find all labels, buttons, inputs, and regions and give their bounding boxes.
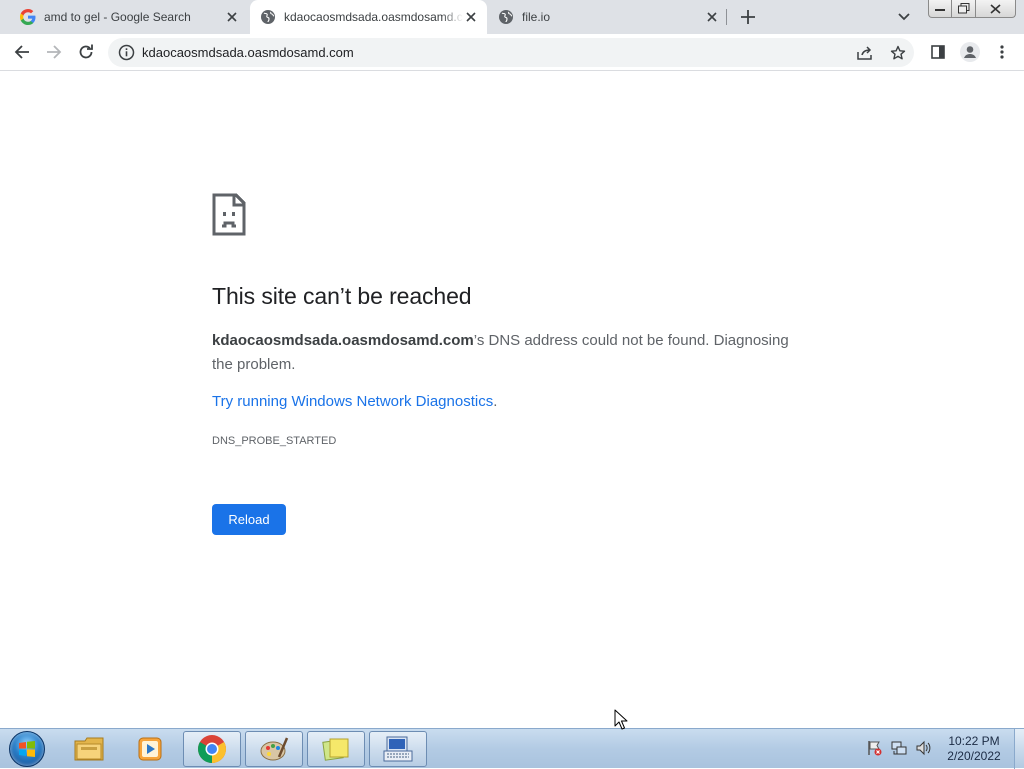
reload-button[interactable]: Reload xyxy=(212,504,286,535)
bookmark-button[interactable] xyxy=(889,44,907,62)
volume-icon[interactable] xyxy=(915,740,931,756)
tab-current-site[interactable]: kdaocaosmdsada.oasmdosamd.com xyxy=(250,0,487,34)
tab-title: amd to gel - Google Search xyxy=(44,10,191,24)
refresh-icon xyxy=(79,44,93,59)
windows-taskbar: 10:22 PM 2/20/2022 xyxy=(0,728,1024,769)
browser-toolbar: kdaocaosmdsada.oasmdosamd.com xyxy=(0,34,1024,71)
error-suggestion: Try running Windows Network Diagnostics. xyxy=(212,393,497,410)
profile-button[interactable] xyxy=(958,40,982,64)
new-tab-button[interactable] xyxy=(736,5,760,29)
tab-title: kdaocaosmdsada.oasmdosamd.com xyxy=(284,10,463,24)
tab-search-button[interactable] xyxy=(895,8,913,26)
error-title: This site can’t be reached xyxy=(212,283,472,309)
restore-icon xyxy=(957,3,969,14)
show-desktop-button[interactable] xyxy=(1014,729,1024,769)
address-bar[interactable]: kdaocaosmdsada.oasmdosamd.com xyxy=(108,38,914,67)
reload-toolbar-button[interactable] xyxy=(74,40,98,64)
taskbar-onscreen-keyboard[interactable] xyxy=(369,731,427,767)
arrow-right-icon xyxy=(47,45,62,59)
plus-icon xyxy=(741,10,755,24)
arrow-left-icon xyxy=(14,45,29,59)
star-icon xyxy=(890,45,906,60)
network-diagnostics-link[interactable]: Try running Windows Network Diagnostics xyxy=(212,393,493,410)
sad-page-icon xyxy=(212,193,246,236)
tab-title: file.io xyxy=(522,10,551,24)
taskbar-media-player[interactable] xyxy=(121,731,179,767)
share-icon xyxy=(857,46,872,60)
tab-strip: amd to gel - Google Search kdaocaosmdsad… xyxy=(0,0,1024,34)
minimize-icon xyxy=(935,8,945,11)
windows-explorer-icon xyxy=(74,737,104,761)
side-panel-button[interactable] xyxy=(926,40,950,64)
globe-icon xyxy=(498,9,514,25)
tab-google-search[interactable]: amd to gel - Google Search xyxy=(0,0,248,34)
taskbar-chrome[interactable] xyxy=(183,731,241,767)
network-icon[interactable] xyxy=(891,740,907,756)
sticky-notes-icon xyxy=(322,738,349,761)
url-text: kdaocaosmdsada.oasmdosamd.com xyxy=(142,45,354,60)
share-button[interactable] xyxy=(856,44,874,62)
mouse-cursor-icon xyxy=(614,709,628,730)
taskbar-clock[interactable]: 10:22 PM 2/20/2022 xyxy=(935,734,1013,764)
chevron-down-icon xyxy=(898,13,910,21)
clock-time: 10:22 PM xyxy=(948,734,1000,748)
forward-button[interactable] xyxy=(42,40,66,64)
suggestion-period: . xyxy=(493,393,498,410)
close-tab-icon[interactable] xyxy=(224,9,240,25)
info-icon xyxy=(118,44,135,61)
onscreen-keyboard-icon xyxy=(383,736,413,762)
tab-divider xyxy=(726,9,727,25)
globe-icon xyxy=(260,9,276,25)
more-vertical-icon xyxy=(1000,45,1004,59)
back-button[interactable] xyxy=(10,40,34,64)
error-code: DNS_PROBE_STARTED xyxy=(212,435,337,447)
google-g-icon xyxy=(20,9,36,25)
avatar-icon xyxy=(960,42,980,62)
action-center-flag-icon[interactable] xyxy=(866,740,882,756)
error-message: kdaocaosmdsada.oasmdosamd.com’s DNS addr… xyxy=(212,329,812,377)
menu-button[interactable] xyxy=(990,40,1014,64)
tab-file-io[interactable]: file.io xyxy=(488,0,728,34)
window-caption-buttons xyxy=(928,0,1016,18)
chrome-icon xyxy=(198,735,226,763)
close-icon xyxy=(990,3,1001,14)
close-tab-icon[interactable] xyxy=(463,9,479,25)
close-window-button[interactable] xyxy=(976,0,1016,18)
error-host: kdaocaosmdsada.oasmdosamd.com xyxy=(212,332,474,349)
side-panel-icon xyxy=(931,45,945,59)
close-tab-icon[interactable] xyxy=(704,9,720,25)
paint-icon xyxy=(260,737,289,761)
clock-date: 2/20/2022 xyxy=(947,749,1001,763)
taskbar-paint[interactable] xyxy=(245,731,303,767)
restore-button[interactable] xyxy=(952,0,976,18)
media-player-icon xyxy=(138,737,162,761)
minimize-button[interactable] xyxy=(928,0,952,18)
taskbar-explorer[interactable] xyxy=(60,731,118,767)
start-button[interactable] xyxy=(4,730,50,768)
taskbar-sticky-notes[interactable] xyxy=(307,731,365,767)
windows-logo-icon xyxy=(9,731,45,767)
page-content: This site can’t be reached kdaocaosmdsad… xyxy=(0,72,1024,728)
